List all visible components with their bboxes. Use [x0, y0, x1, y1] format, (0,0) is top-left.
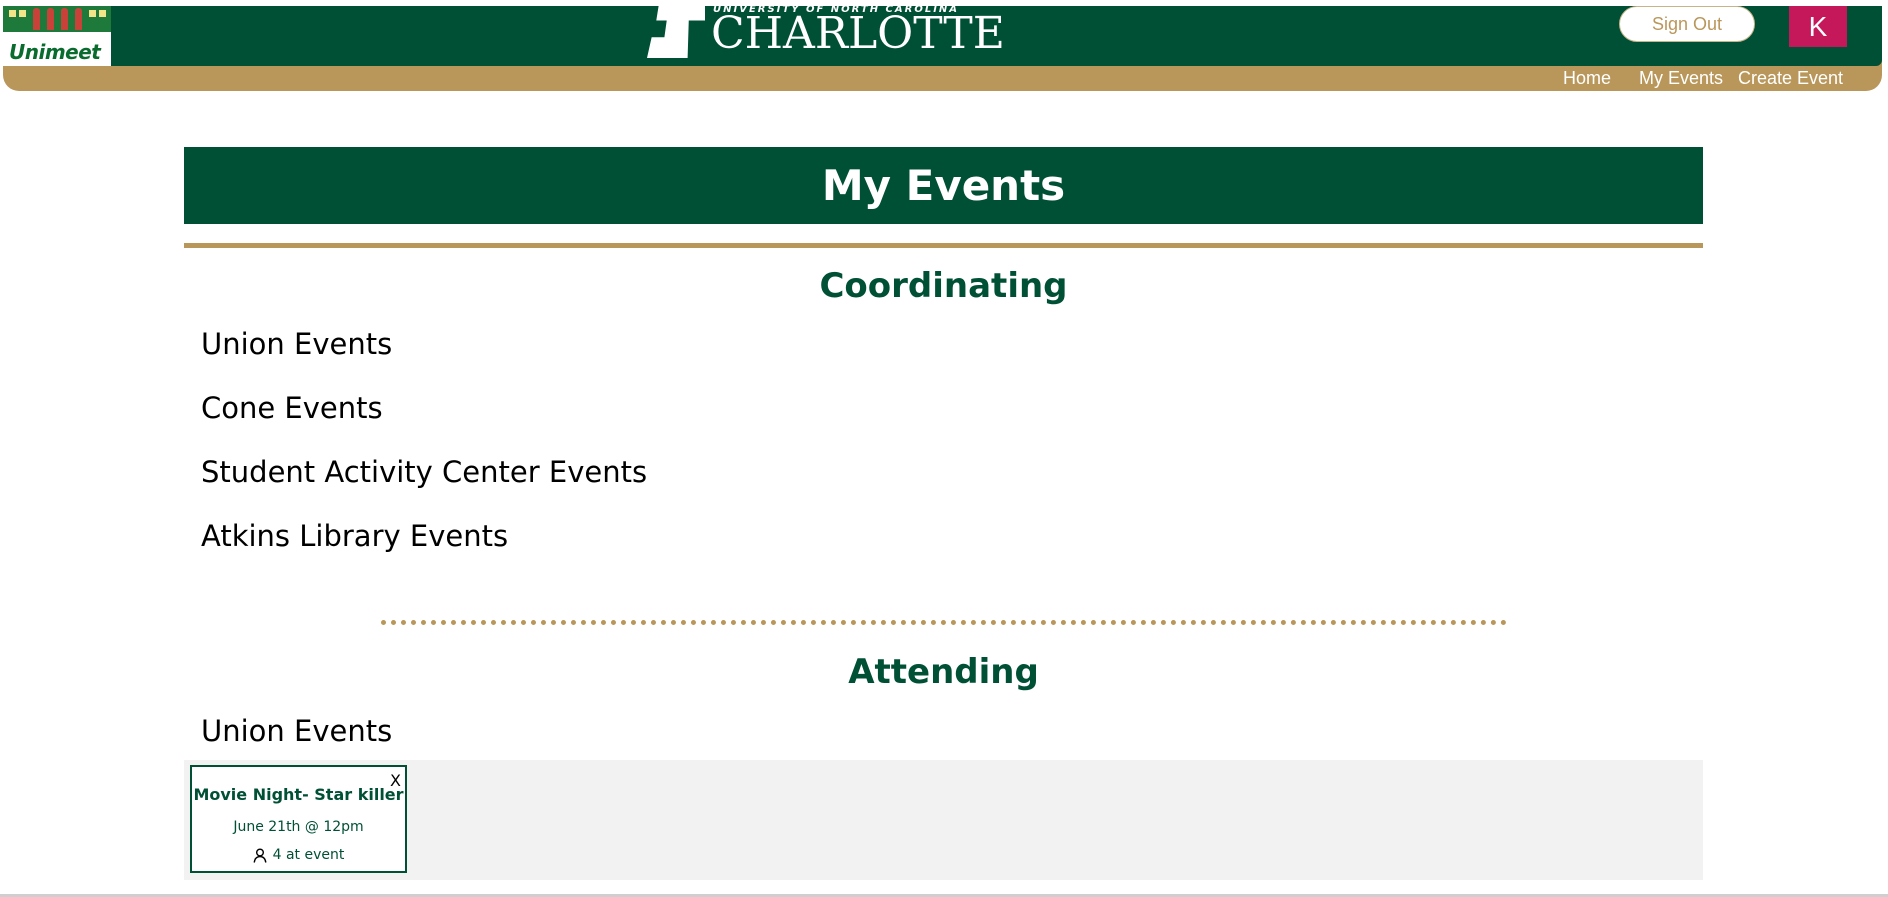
uncc-big-text: CHARLOTTE	[711, 8, 1005, 59]
coordinating-venue-cone[interactable]: Cone Events	[201, 391, 383, 425]
logo-text: Unimeet	[9, 40, 101, 64]
user-avatar[interactable]: K	[1789, 6, 1847, 47]
event-card[interactable]: X Movie Night- Star killer June 21th @ 1…	[190, 765, 407, 873]
coordinating-venue-sac[interactable]: Student Activity Center Events	[201, 455, 647, 489]
logo-building-graphic	[3, 6, 111, 32]
attending-heading: Attending	[848, 652, 1039, 692]
uncc-crown-icon	[647, 6, 705, 58]
nav-create-event-link[interactable]: Create Event	[1738, 68, 1843, 92]
page-title-band: My Events	[184, 147, 1703, 224]
nav-my-events-link[interactable]: My Events	[1639, 68, 1723, 92]
attending-venue-union[interactable]: Union Events	[201, 714, 392, 748]
event-date: June 21th @ 12pm	[233, 819, 364, 835]
event-attendance-text: 4 at event	[272, 847, 345, 863]
person-icon	[253, 848, 267, 863]
page-title: My Events	[821, 161, 1066, 210]
attending-cards-area: X Movie Night- Star killer June 21th @ 1…	[184, 760, 1703, 880]
site-header: Unimeet UNIVERSITY OF NORTH CAROLINA CHA…	[3, 4, 1882, 92]
sign-out-button[interactable]: Sign Out	[1619, 6, 1755, 42]
unimeet-logo[interactable]: Unimeet	[3, 6, 111, 66]
title-divider	[184, 243, 1703, 248]
coordinating-heading: Coordinating	[819, 266, 1068, 306]
nav-home-link[interactable]: Home	[1563, 68, 1611, 92]
uncc-wordmark: UNIVERSITY OF NORTH CAROLINA CHARLOTTE	[647, 4, 1005, 60]
event-name: Movie Night- Star killer	[193, 785, 404, 804]
section-divider	[381, 620, 1507, 625]
event-attendance: 4 at event	[192, 847, 405, 863]
coordinating-venue-atkins[interactable]: Atkins Library Events	[201, 519, 508, 553]
coordinating-venue-union[interactable]: Union Events	[201, 327, 392, 361]
